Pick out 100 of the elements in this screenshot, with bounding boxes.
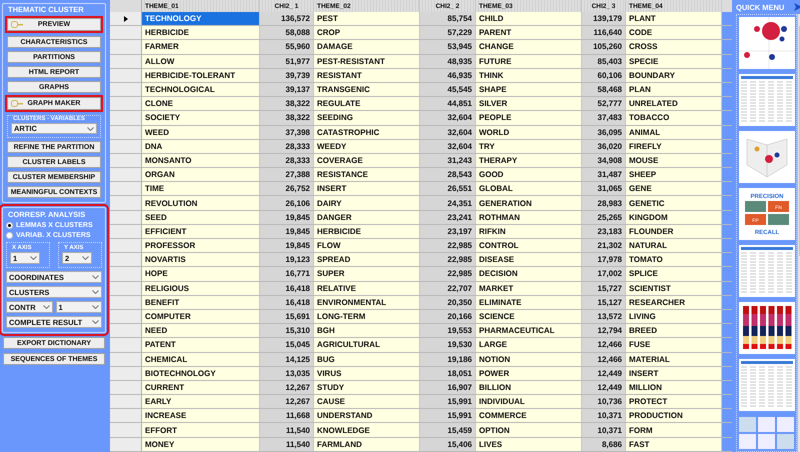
table-cell: 12,267 xyxy=(260,380,314,394)
table-cell: 37,398 xyxy=(260,126,314,139)
table-cell: 51,977 xyxy=(260,54,314,68)
table-cell: MARKET xyxy=(476,282,582,295)
table-cell: DISEASE xyxy=(476,253,582,266)
caret-icon xyxy=(92,275,99,279)
table-cell: ROTHMAN xyxy=(476,210,582,224)
table-cell: 20,350 xyxy=(420,296,476,309)
scatter-3d-thumbnail[interactable] xyxy=(739,131,795,183)
table-cell: 32,604 xyxy=(420,140,476,153)
table-cell: SPLICE xyxy=(626,267,722,281)
table-thumbnail[interactable] xyxy=(739,74,795,126)
table-cell: DECISION xyxy=(476,267,582,281)
table-cell: NOTION xyxy=(476,352,582,366)
table-cell: 12,466 xyxy=(582,352,626,366)
table-cell: 15,406 xyxy=(420,438,476,451)
table-cell: SEEDING xyxy=(314,111,420,124)
table-cell: EFFICIENT xyxy=(142,224,260,238)
table-cell: 28,983 xyxy=(582,196,626,210)
table-cell: 15,045 xyxy=(260,338,314,352)
table-cell: LIVING xyxy=(626,310,722,324)
table-thumbnail[interactable] xyxy=(739,359,795,411)
table-cell: PLAN xyxy=(626,82,722,96)
row-pointer-icon xyxy=(124,16,128,22)
table-cell: CLONE xyxy=(142,97,260,110)
table-cell: BGH xyxy=(314,324,420,338)
table-cell: PHARMACEUTICAL xyxy=(476,324,582,338)
table-cell: INSERT xyxy=(626,366,722,380)
table-cell: 15,727 xyxy=(582,282,626,295)
table-cell: DAIRY xyxy=(314,196,420,210)
table-cell: LONG-TERM xyxy=(314,310,420,324)
table-cell: 19,553 xyxy=(420,324,476,338)
table-cell: 16,418 xyxy=(260,282,314,295)
table-cell: PEOPLE xyxy=(476,111,582,124)
row-header[interactable] xyxy=(110,12,142,26)
table-cell: SPREAD xyxy=(314,253,420,266)
table-cell: 15,459 xyxy=(420,423,476,437)
table-cell: TECHNOLOGICAL xyxy=(142,82,260,96)
table-cell: FLOW xyxy=(314,239,420,252)
table-cell: 85,754 xyxy=(420,12,476,26)
table-cell: 20,166 xyxy=(420,310,476,324)
table-cell: OPTION xyxy=(476,423,582,437)
table-cell: 57,229 xyxy=(420,26,476,40)
table-cell: 28,333 xyxy=(260,154,314,168)
table-cell: UNDERSTAND xyxy=(314,409,420,422)
table-cell: 12,466 xyxy=(582,338,626,352)
table-cell: RIFKIN xyxy=(476,224,582,238)
table-cell: LARGE xyxy=(476,338,582,352)
radio-button[interactable] xyxy=(6,232,13,239)
table-cell: GENETIC xyxy=(626,196,722,210)
table-cell: 28,543 xyxy=(420,168,476,182)
table-cell: AGRICULTURAL xyxy=(314,338,420,352)
table-cell: 11,540 xyxy=(260,423,314,437)
table-cell: COMPUTER xyxy=(142,310,260,324)
table-cell: GLOBAL xyxy=(476,182,582,196)
table-cell: CROP xyxy=(314,26,420,40)
table-cell: 46,935 xyxy=(420,68,476,82)
table-cell: 19,845 xyxy=(260,239,314,252)
table-cell: 60,106 xyxy=(582,68,626,82)
table-cell: WEEDY xyxy=(314,140,420,153)
table-cell: 31,487 xyxy=(582,168,626,182)
table-cell: GOOD xyxy=(476,168,582,182)
table-cell: NOVARTIS xyxy=(142,253,260,266)
table-cell: 39,739 xyxy=(260,68,314,82)
table-cell: PRODUCTION xyxy=(626,409,722,422)
table-cell: 23,183 xyxy=(582,224,626,238)
table-cell: 45,545 xyxy=(420,82,476,96)
table-cell: INCREASE xyxy=(142,409,260,422)
bubble-chart-thumbnail[interactable] xyxy=(739,17,795,69)
key-icon xyxy=(11,100,23,107)
table-cell: NEED xyxy=(142,324,260,338)
table-cell: FLOUNDER xyxy=(626,224,722,238)
table-cell: CROSS xyxy=(626,40,722,54)
table-cell: RELATIVE xyxy=(314,282,420,295)
table-cell: FUSE xyxy=(626,338,722,352)
table-cell: BOUNDARY xyxy=(626,68,722,82)
table-cell: TRY xyxy=(476,140,582,153)
table-cell: CAUSE xyxy=(314,395,420,408)
table-cell: SPECIE xyxy=(626,54,722,68)
table-cell: EARLY xyxy=(142,395,260,408)
table-cell: EFFORT xyxy=(142,423,260,437)
radio-button[interactable] xyxy=(6,222,13,229)
table-cell: 136,572 xyxy=(260,12,314,26)
table-cell: BILLION xyxy=(476,380,582,394)
table-cell: 15,991 xyxy=(420,395,476,408)
table-cell: MOUSE xyxy=(626,154,722,168)
table-cell: HOPE xyxy=(142,267,260,281)
send-arrow-icon[interactable] xyxy=(794,3,800,11)
table-cell: HERBICIDE-TOLERANT xyxy=(142,68,260,82)
table-cell: 44,851 xyxy=(420,97,476,110)
table-cell: 48,935 xyxy=(420,54,476,68)
table-cell: 32,604 xyxy=(420,126,476,139)
stacked-bar-thumbnail[interactable] xyxy=(739,302,795,354)
table-thumbnail[interactable] xyxy=(739,245,795,297)
table-cell: 21,302 xyxy=(582,239,626,252)
table-cell: 36,095 xyxy=(582,126,626,139)
table-cell: 17,002 xyxy=(582,267,626,281)
table-cell: KNOWLEDGE xyxy=(314,423,420,437)
table-cell: 15,691 xyxy=(260,310,314,324)
table-cell: POWER xyxy=(476,366,582,380)
